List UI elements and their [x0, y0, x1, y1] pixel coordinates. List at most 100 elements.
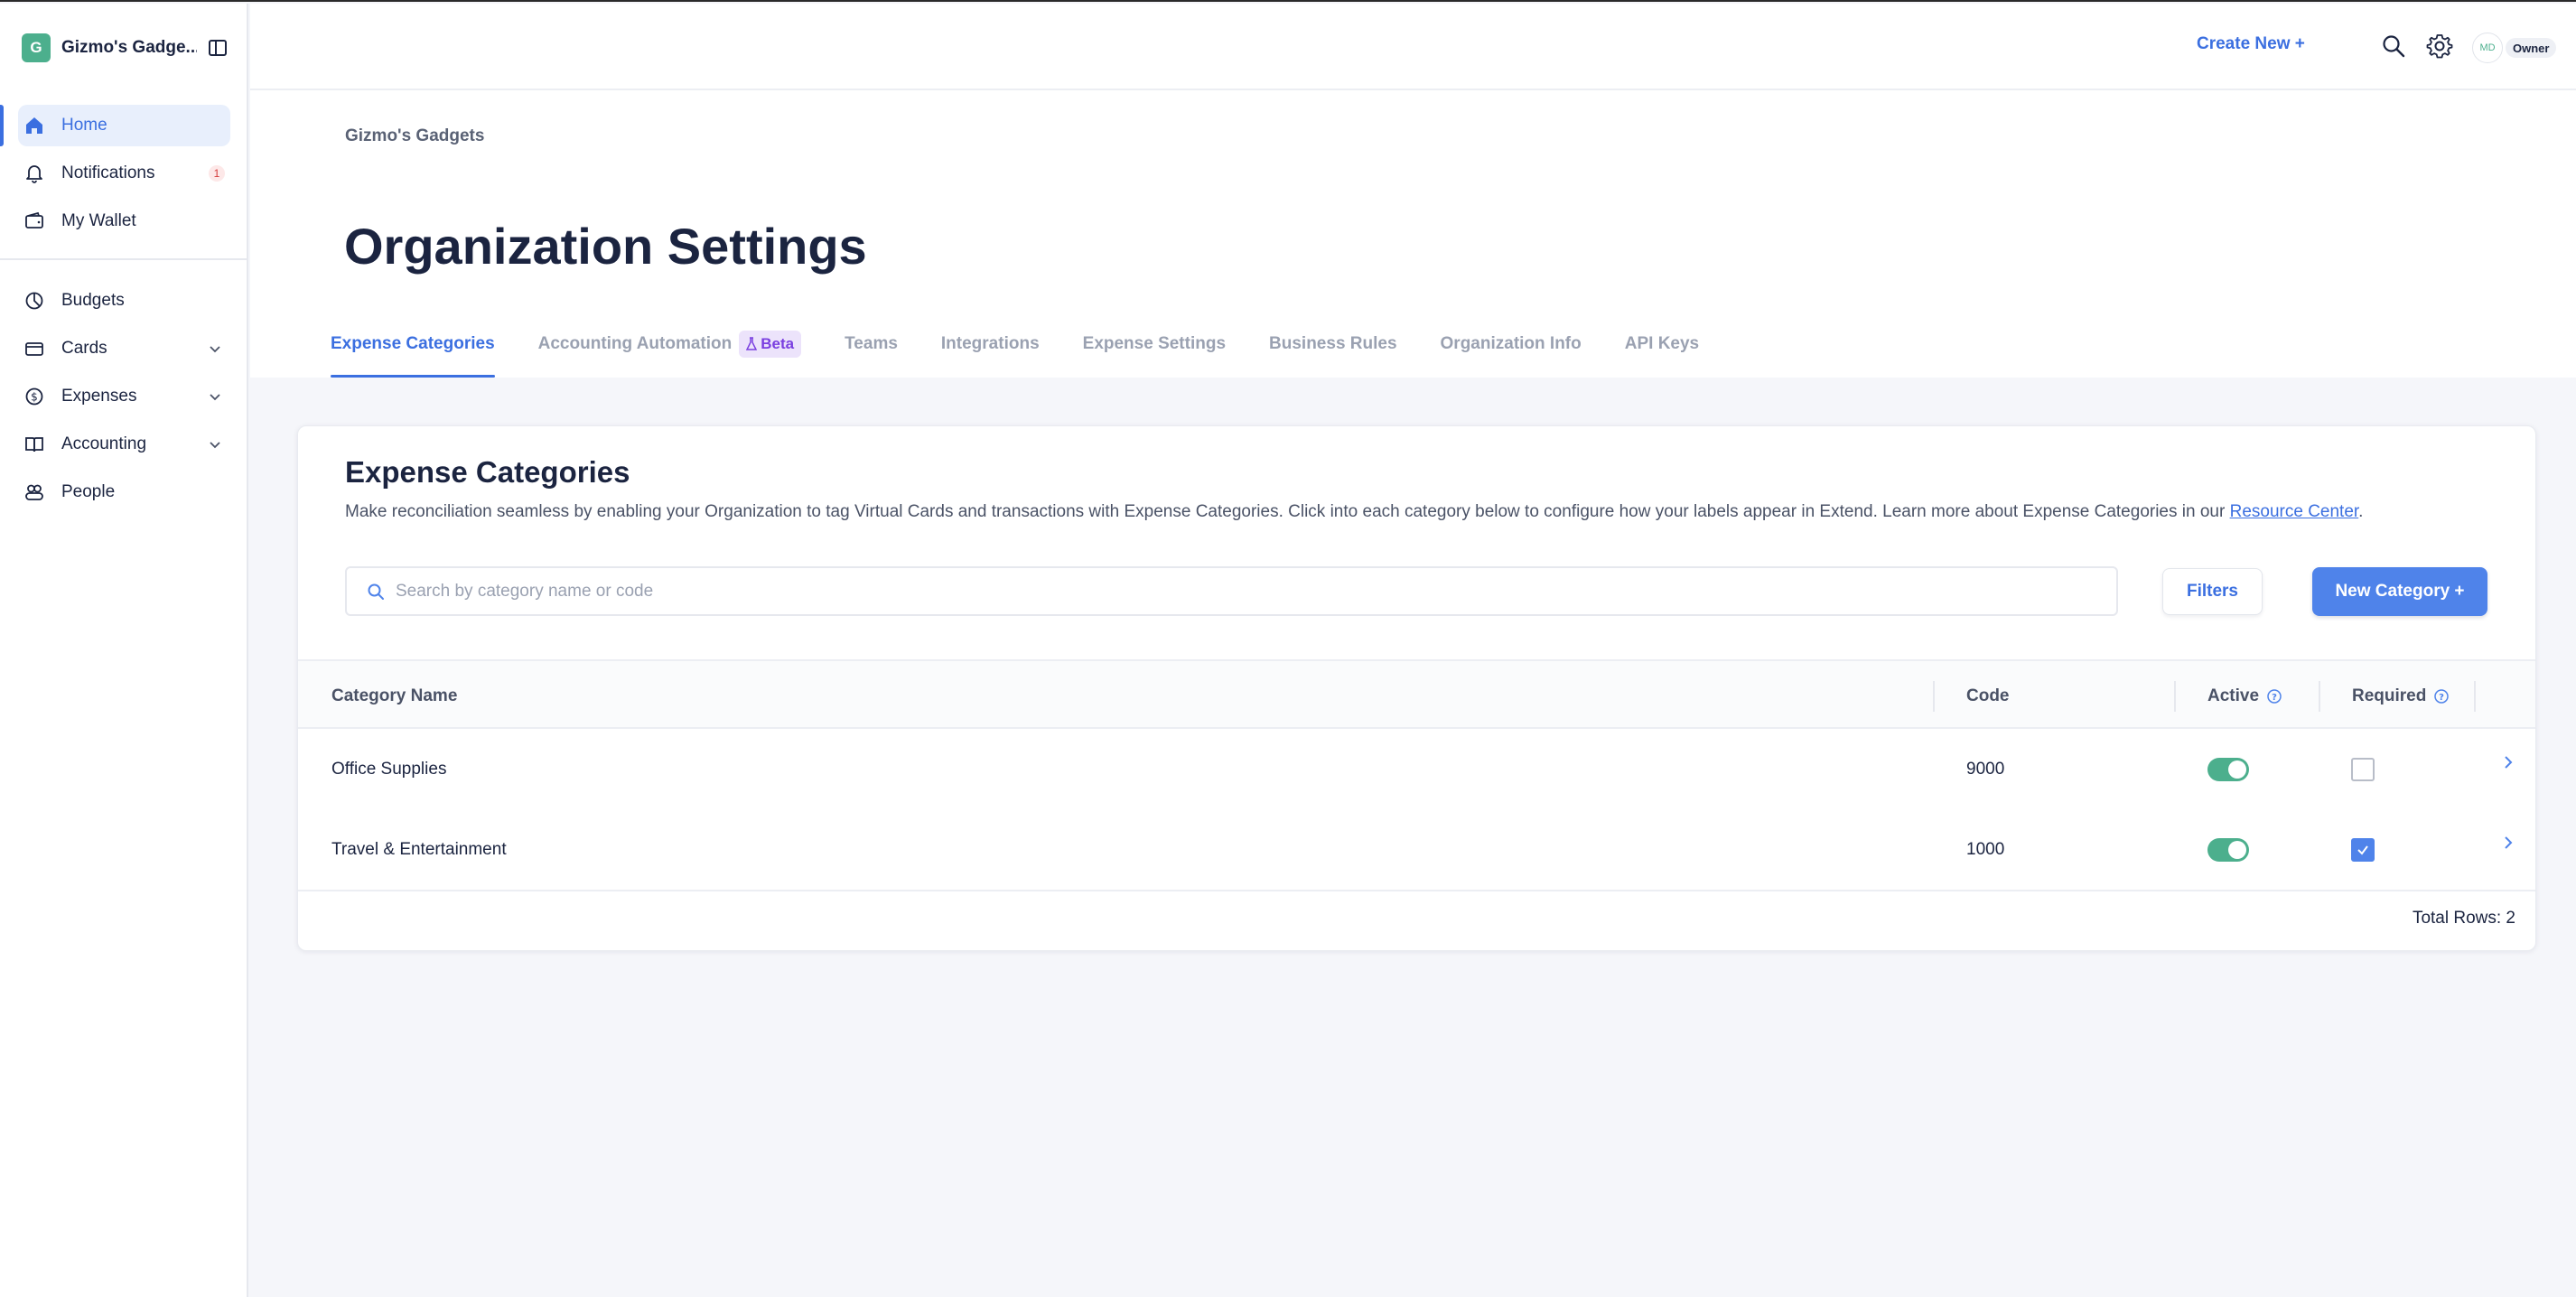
- pie-chart-icon: [23, 290, 45, 312]
- tab-business-rules[interactable]: Business Rules: [1269, 318, 1397, 378]
- search-icon[interactable]: [2380, 33, 2407, 60]
- tab-label: Teams: [845, 334, 898, 353]
- section-description: Make reconciliation seamless by enabling…: [345, 502, 2363, 522]
- sidebar-item-budgets[interactable]: Budgets: [18, 280, 230, 322]
- category-name: Travel & Entertainment: [331, 839, 507, 859]
- beta-badge-label: Beta: [761, 335, 795, 352]
- column-divider: [2319, 681, 2320, 712]
- settings-tabs: Expense Categories Accounting Automation…: [331, 318, 1742, 378]
- chevron-right-icon[interactable]: [2499, 753, 2517, 771]
- breadcrumb[interactable]: Gizmo's Gadgets: [345, 126, 484, 146]
- column-header-required[interactable]: Required ?: [2352, 661, 2450, 731]
- info-icon[interactable]: ?: [2266, 688, 2282, 704]
- table-row[interactable]: Office Supplies 9000: [298, 729, 2535, 809]
- tab-expense-settings[interactable]: Expense Settings: [1083, 318, 1226, 378]
- gear-icon[interactable]: [2426, 33, 2453, 60]
- active-toggle[interactable]: [2207, 837, 2249, 862]
- section-title: Expense Categories: [345, 455, 630, 489]
- filters-button[interactable]: Filters: [2162, 568, 2263, 615]
- checkmark-icon: [2357, 844, 2368, 855]
- chevron-down-icon[interactable]: [207, 388, 223, 405]
- book-icon: [23, 434, 45, 455]
- tab-expense-categories[interactable]: Expense Categories: [331, 318, 495, 378]
- search-field[interactable]: [345, 566, 2118, 616]
- category-code: 9000: [1966, 759, 2005, 779]
- bell-icon: [23, 163, 45, 184]
- required-checkbox[interactable]: [2351, 757, 2375, 781]
- required-checkbox[interactable]: [2351, 837, 2375, 862]
- sidebar-item-label: Cards: [61, 339, 107, 358]
- column-label: Category Name: [331, 686, 458, 705]
- org-avatar: G: [22, 33, 51, 62]
- info-icon[interactable]: ?: [2433, 688, 2450, 704]
- role-badge: Owner: [2506, 38, 2557, 58]
- tab-label: Accounting Automation: [537, 334, 733, 353]
- home-icon: [23, 115, 45, 136]
- sidebar-nav: Home Notifications 1 My Wallet Budgets C…: [0, 105, 248, 519]
- search-icon: [368, 583, 384, 600]
- flask-icon: [746, 337, 758, 350]
- column-label: Code: [1966, 686, 2010, 705]
- tab-label: Integrations: [940, 334, 1040, 353]
- sidebar-item-label: Budgets: [61, 291, 125, 310]
- sidebar-item-label: Notifications: [61, 163, 155, 182]
- sidebar-divider: [0, 258, 248, 260]
- sidebar-item-expenses[interactable]: $ Expenses: [18, 376, 230, 417]
- sidebar-item-label: People: [61, 482, 116, 501]
- svg-text:?: ?: [2272, 693, 2277, 703]
- org-switcher[interactable]: G Gizmo's Gadge...: [22, 33, 228, 63]
- search-input[interactable]: [396, 581, 2094, 602]
- column-header-code[interactable]: Code: [1966, 661, 2010, 731]
- column-label: Active: [2207, 686, 2260, 705]
- tab-label: Expense Categories: [331, 334, 495, 353]
- chevron-down-icon[interactable]: [207, 436, 223, 453]
- sidebar-item-accounting[interactable]: Accounting: [18, 424, 230, 465]
- chevron-down-icon[interactable]: [207, 341, 223, 357]
- sidebar-item-people[interactable]: People: [18, 471, 230, 513]
- sidebar-item-label: Home: [61, 116, 107, 135]
- description-end: .: [2358, 502, 2364, 521]
- sidebar-item-home[interactable]: Home: [0, 105, 230, 146]
- resource-center-link[interactable]: Resource Center: [2230, 502, 2359, 521]
- user-avatar[interactable]: MD: [2472, 33, 2503, 63]
- column-header-active[interactable]: Active ?: [2207, 661, 2282, 731]
- svg-text:?: ?: [2439, 693, 2444, 703]
- tab-accounting-automation[interactable]: Accounting Automation Beta: [537, 318, 802, 378]
- top-bar: Create New + MD Owner: [250, 4, 2576, 90]
- create-new-button[interactable]: Create New +: [2197, 34, 2305, 54]
- tab-teams[interactable]: Teams: [845, 318, 898, 378]
- wallet-icon: [23, 210, 45, 232]
- page-header: Gizmo's Gadgets Organization Settings Ex…: [250, 90, 2576, 378]
- column-divider: [1933, 681, 1935, 712]
- column-header-category-name[interactable]: Category Name: [331, 661, 457, 731]
- column-divider: [2174, 681, 2176, 712]
- sidebar: G Gizmo's Gadge... Home Notifications 1 …: [0, 4, 248, 1297]
- active-toggle[interactable]: [2207, 757, 2249, 781]
- sidebar-collapse-icon[interactable]: [208, 38, 228, 58]
- org-name: Gizmo's Gadge...: [61, 38, 197, 57]
- beta-badge: Beta: [739, 331, 802, 358]
- credit-card-icon: [23, 338, 45, 359]
- tab-label: Expense Settings: [1082, 334, 1227, 353]
- tab-label: Organization Info: [1440, 334, 1582, 353]
- expense-categories-card: Expense Categories Make reconciliation s…: [297, 425, 2536, 951]
- svg-text:$: $: [31, 391, 38, 404]
- notification-count-badge: 1: [209, 165, 225, 182]
- tab-api-keys[interactable]: API Keys: [1625, 318, 1699, 378]
- category-code: 1000: [1966, 839, 2005, 859]
- chevron-right-icon[interactable]: [2499, 834, 2517, 852]
- sidebar-item-my-wallet[interactable]: My Wallet: [18, 201, 230, 242]
- sidebar-item-label: My Wallet: [61, 211, 136, 230]
- description-text: Make reconciliation seamless by enabling…: [345, 502, 2226, 521]
- sidebar-item-cards[interactable]: Cards: [18, 328, 230, 369]
- table-header: Category Name Code Active ? Required ?: [298, 659, 2535, 729]
- table-row[interactable]: Travel & Entertainment 1000: [298, 809, 2535, 890]
- dollar-circle-icon: $: [23, 386, 45, 407]
- tab-organization-info[interactable]: Organization Info: [1441, 318, 1582, 378]
- tab-integrations[interactable]: Integrations: [941, 318, 1040, 378]
- tab-label: Business Rules: [1269, 334, 1397, 353]
- category-name: Office Supplies: [331, 759, 447, 779]
- new-category-button[interactable]: New Category +: [2312, 567, 2487, 616]
- sidebar-item-label: Expenses: [61, 387, 137, 406]
- sidebar-item-notifications[interactable]: Notifications 1: [18, 153, 230, 194]
